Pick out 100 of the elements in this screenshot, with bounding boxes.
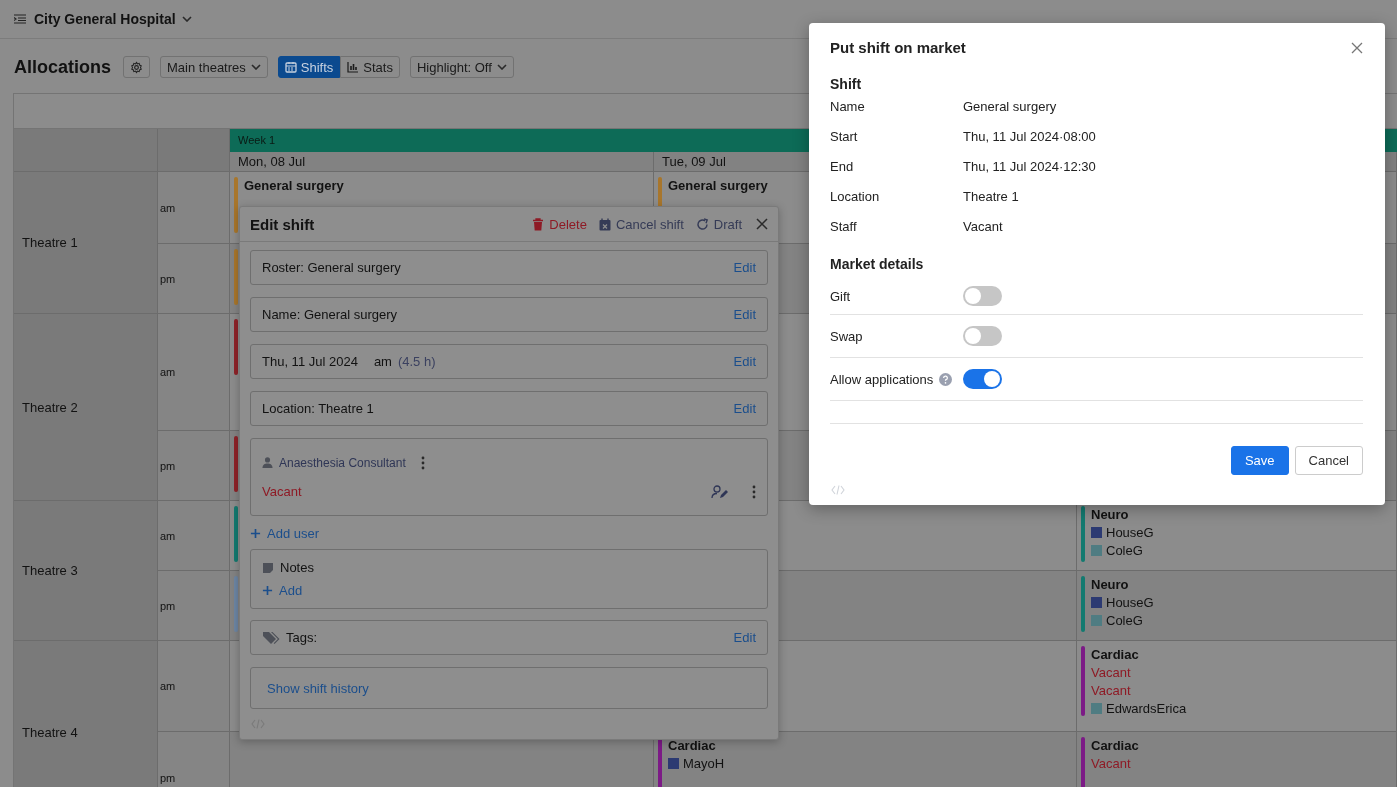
week-label: Week 1	[238, 134, 276, 146]
user-edit-icon[interactable]	[711, 484, 730, 499]
close-button[interactable]	[756, 218, 768, 230]
add-note-link[interactable]: Add	[262, 583, 756, 598]
more-icon[interactable]	[421, 455, 426, 470]
chevron-down-icon	[181, 16, 192, 22]
view-select[interactable]: Main theatres	[160, 56, 268, 78]
view-tab[interactable]: Shifts	[277, 56, 341, 78]
save-button[interactable]: Save	[1230, 446, 1289, 475]
person-icon	[262, 457, 273, 468]
add-user-link[interactable]: Add user	[250, 526, 320, 541]
detail-value: Vacant	[963, 218, 1004, 236]
field-text: Roster: General surgery	[262, 260, 402, 275]
code-icon	[831, 485, 845, 495]
detail-label: End	[830, 158, 855, 176]
shift-title[interactable]: General surgery	[668, 178, 768, 193]
tags-icon	[262, 630, 280, 645]
close-button[interactable]	[1351, 41, 1363, 54]
shift-color-bar[interactable]	[234, 436, 238, 492]
shift-color-bar[interactable]	[1081, 576, 1085, 632]
theatre-name: Theatre 4	[22, 724, 78, 740]
detail-label: Name	[830, 98, 866, 116]
shift-title[interactable]: Neuro	[1091, 507, 1154, 522]
plus-icon	[250, 528, 261, 539]
settings-button[interactable]	[123, 56, 150, 78]
shift-color-bar[interactable]	[234, 249, 238, 305]
detail-label: Location	[830, 188, 881, 206]
detail-value: Thu, 11 Jul 2024·12:30	[963, 158, 1097, 176]
shift-color-bar[interactable]	[234, 177, 238, 233]
edit-link[interactable]: Edit	[733, 260, 756, 275]
help-icon[interactable]	[939, 372, 953, 386]
edit-link[interactable]: Edit	[733, 630, 756, 645]
toggle-switch[interactable]	[963, 286, 1002, 306]
detail-label: Staff	[830, 218, 858, 236]
detail-value: General surgery	[963, 98, 1058, 116]
session-label: pm	[160, 459, 176, 472]
chevron-down-icon	[496, 64, 507, 70]
redo-icon	[695, 217, 709, 231]
trash-icon	[532, 217, 545, 231]
delete-button[interactable]: Delete	[532, 216, 587, 232]
shift-title[interactable]: Neuro	[1091, 577, 1154, 592]
shift-title[interactable]: Cardiac	[668, 738, 725, 753]
chevron-down-icon	[250, 64, 261, 70]
staff-name: ColeG	[1106, 543, 1143, 558]
edit-link[interactable]: Edit	[733, 307, 756, 322]
draft-button[interactable]: Draft	[695, 216, 742, 232]
page-title: Allocations	[14, 56, 111, 78]
shift-title[interactable]: General surgery	[244, 178, 344, 193]
theatre-name: Theatre 1	[22, 235, 78, 250]
view-tab[interactable]: Stats	[340, 56, 400, 78]
detail-value: Theatre 1	[963, 188, 1020, 206]
staff-name: HouseG	[1106, 525, 1154, 540]
section-heading: Shift	[830, 76, 863, 92]
hospital-selector[interactable]: City General Hospital	[34, 11, 192, 27]
session-label: am	[160, 680, 176, 692]
staff-name: EdwardsErica	[1106, 701, 1187, 716]
edit-link[interactable]: Edit	[733, 401, 756, 416]
detail-label: Start	[830, 128, 859, 146]
staff-name: MayoH	[683, 756, 725, 771]
notes-label: Notes	[280, 560, 314, 575]
vacant-label: Vacant	[262, 484, 303, 499]
shift-color-bar[interactable]	[234, 319, 238, 375]
cancel-button[interactable]: Cancel shift	[598, 216, 684, 232]
edit-link[interactable]: Edit	[733, 354, 756, 369]
day-label: Mon, 08 Jul	[238, 154, 306, 169]
calendar-icon	[284, 61, 297, 73]
session-label: am	[160, 529, 176, 542]
shift-color-bar[interactable]	[234, 506, 238, 562]
shift-color-bar[interactable]	[1081, 646, 1085, 716]
cancel-button[interactable]: Cancel	[1294, 446, 1363, 475]
toggle-switch[interactable]	[963, 326, 1002, 346]
highlight-select[interactable]: Highlight: Off	[409, 56, 514, 78]
dialog-title: Put shift on market	[830, 39, 967, 56]
vacant-label: Vacant	[1091, 683, 1132, 698]
staff-name: ColeG	[1106, 613, 1143, 628]
option-label: Swap	[830, 328, 863, 344]
theatre-name: Theatre 2	[22, 399, 78, 415]
role-name: Anaesthesia Consultant	[279, 455, 406, 470]
vacant-label: Vacant	[1091, 756, 1132, 771]
shift-color-bar[interactable]	[1081, 506, 1085, 562]
theatre-name: Theatre 3	[22, 563, 78, 578]
bar-chart-icon	[347, 61, 360, 73]
plus-icon	[262, 585, 273, 596]
shift-history-link[interactable]: Show shift history	[267, 680, 369, 696]
shift-title[interactable]: Cardiac	[1091, 647, 1187, 662]
shift-color-bar[interactable]	[1081, 737, 1085, 787]
shift-title[interactable]: Cardiac	[1091, 738, 1139, 753]
note-icon	[262, 561, 274, 574]
shift-color-bar[interactable]	[658, 737, 662, 787]
toggle-switch[interactable]	[963, 369, 1002, 389]
session-label: am	[160, 201, 176, 214]
tags-label: Tags:	[286, 630, 319, 645]
menu-icon[interactable]	[14, 14, 26, 24]
more-icon[interactable]	[752, 484, 756, 499]
option-label: Allow applications	[830, 371, 934, 387]
day-label: Tue, 09 Jul	[662, 154, 726, 169]
option-label: Gift	[830, 288, 851, 304]
session-label: am	[160, 366, 176, 378]
detail-value: Thu, 11 Jul 2024·08:00	[963, 128, 1097, 146]
vacant-label: Vacant	[1091, 665, 1132, 680]
